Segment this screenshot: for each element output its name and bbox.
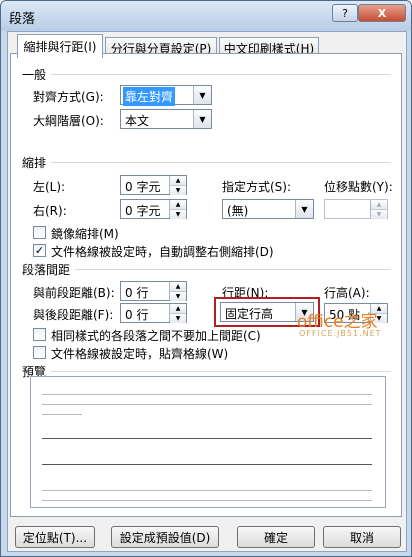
alignment-select[interactable]: 靠左對齊 ▼ [120,85,212,106]
dialog-title: 段落 [9,12,36,27]
divider [51,74,391,75]
spacing-before-label: 與前段距離(B): [33,286,115,300]
tabs-button[interactable]: 定位點(T)... [15,526,95,548]
spin-down-icon[interactable]: ▼ [170,292,186,301]
preview-text-line [42,431,378,439]
help-button[interactable]: ? [332,4,358,22]
indent-left-spinner[interactable]: 0 字元 ▲ ▼ [120,175,187,195]
spin-up-icon[interactable]: ▲ [371,200,387,210]
spacing-after-value: 0 行 [125,308,149,322]
spacing-heading: 段落間距 [22,263,71,277]
special-indent-select[interactable]: (無) ▼ [222,199,314,219]
spin-up-icon[interactable]: ▲ [170,282,186,292]
preview-prev-line [42,407,88,415]
spin-down-icon[interactable]: ▼ [170,314,186,323]
alignment-value: 靠左對齊 [123,87,176,106]
indentation-heading: 縮排 [22,156,47,170]
line-spacing-value: 固定行高 [225,307,274,321]
watermark-url: OFFICE.JB51.NET [299,329,382,338]
snap-to-grid-label: 文件格線被設定時，貼齊格線(W) [51,347,229,361]
spin-up-icon[interactable]: ▲ [170,176,186,186]
spin-down-icon[interactable]: ▼ [371,210,387,219]
spin-up-icon[interactable]: ▲ [170,304,186,314]
outline-level-value: 本文 [125,114,150,128]
preview-next-line [42,483,378,491]
tab-indents-spacing[interactable]: 縮排與行距(I) [17,34,103,58]
auto-adjust-indent-label: 文件格線被設定時，自動調整右側縮排(D) [51,245,274,259]
title-bar: 段落 ? X [1,1,411,31]
spacing-before-spinner[interactable]: 0 行 ▲ ▼ [120,281,187,301]
spin-down-icon[interactable]: ▼ [170,186,186,195]
spin-up-icon[interactable]: ▲ [170,200,186,210]
spinner-buttons: ▲ ▼ [169,200,186,219]
outline-level-label: 大綱階層(O): [33,114,104,128]
spinner-buttons: ▲ ▼ [169,304,186,323]
offset-label: 位移點數(Y): [324,180,393,194]
paragraph-dialog: 段落 ? X 縮排與行距(I) 分行與分頁設定(P) 中文印刷樣式(H) 一般 … [0,0,412,557]
preview-prev-line [42,397,378,405]
tab-label: 縮排與行距(I) [23,40,97,54]
no-space-same-style-checkbox[interactable] [33,328,46,341]
spinner-buttons: ▲ ▼ [370,200,387,219]
spin-down-icon[interactable]: ▼ [170,210,186,219]
outline-level-select[interactable]: 本文 ▼ [120,109,212,129]
indent-right-spinner[interactable]: 0 字元 ▲ ▼ [120,199,187,219]
spacing-after-spinner[interactable]: 0 行 ▲ ▼ [120,303,187,323]
mirror-indents-label: 鏡像縮排(M) [51,227,119,241]
alignment-label: 對齊方式(G): [33,90,104,104]
preview-pane [30,376,386,508]
divider [75,269,391,270]
indent-right-value: 0 字元 [125,204,161,218]
spacing-after-label: 與後段距離(F): [33,308,114,322]
dropdown-arrow-icon[interactable]: ▼ [193,86,211,104]
divider [51,162,391,163]
dropdown-arrow-icon[interactable]: ▼ [193,110,211,128]
preview-prev-line [42,387,378,395]
line-height-label: 行高(A): [324,286,370,300]
close-button[interactable]: X [358,4,406,22]
indent-right-label: 右(R): [33,204,67,218]
special-indent-value: (無) [227,204,249,218]
indent-left-value: 0 字元 [125,180,161,194]
cancel-button[interactable]: 取消 [323,526,401,548]
special-indent-label: 指定方式(S): [222,180,292,194]
general-heading: 一般 [22,68,47,82]
preview-next-line [42,493,378,501]
divider [51,371,391,372]
offset-spinner[interactable]: ▲ ▼ [324,199,388,219]
preview-text-line [42,457,378,465]
spinner-buttons: ▲ ▼ [169,282,186,301]
snap-to-grid-checkbox[interactable] [33,346,46,359]
mirror-indents-checkbox[interactable] [33,226,46,239]
spacing-before-value: 0 行 [125,286,149,300]
spinner-buttons: ▲ ▼ [169,176,186,195]
dropdown-arrow-icon[interactable]: ▼ [295,200,313,218]
indent-left-label: 左(L): [33,180,66,194]
auto-adjust-indent-checkbox[interactable]: ✓ [33,244,46,257]
set-as-default-button[interactable]: 設定成預設值(D) [111,526,219,548]
tab-panel: 一般 對齊方式(G): 靠左對齊 ▼ 大綱階層(O): 本文 ▼ 縮排 左(L)… [10,53,402,517]
no-space-same-style-label: 相同樣式的各段落之間不要加上間距(C) [51,329,261,343]
ok-button[interactable]: 確定 [237,526,315,548]
